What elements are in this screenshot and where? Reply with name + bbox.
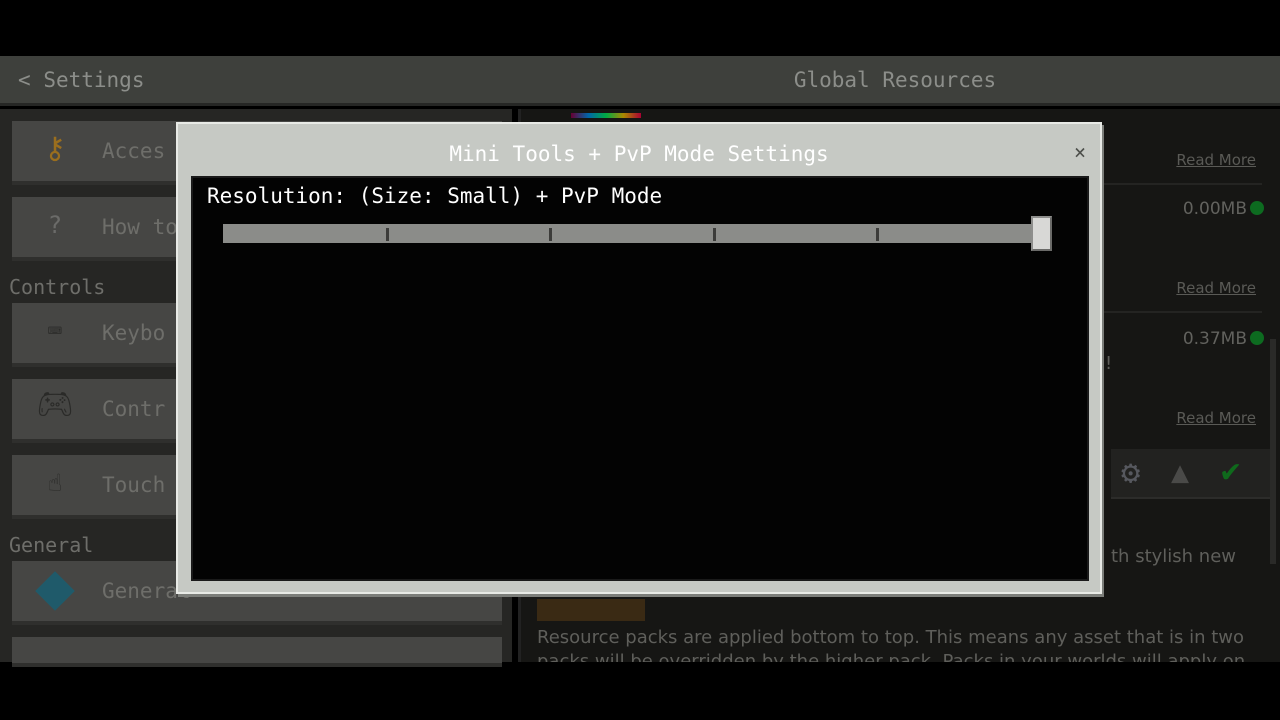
chevron-left-icon: < xyxy=(18,68,31,92)
status-dot-icon xyxy=(1250,201,1264,215)
status-dot-icon xyxy=(1250,331,1264,345)
key-icon: ⚷ xyxy=(44,131,66,166)
slider-handle[interactable] xyxy=(1031,216,1052,251)
dialog-title: Mini Tools + PvP Mode Settings xyxy=(449,142,829,166)
info-text: packs will be overridden by the higher p… xyxy=(537,651,1246,662)
touch-icon: ☝ xyxy=(47,469,63,497)
top-bar: < Settings Global Resources xyxy=(0,56,1280,106)
read-more-link[interactable]: Read More xyxy=(1176,409,1256,427)
gamepad-icon: 🎮︎ xyxy=(35,387,75,422)
close-button[interactable]: × xyxy=(1074,140,1086,164)
resolution-label: Resolution: (Size: Small) + PvP Mode xyxy=(207,184,663,208)
keyboard-mouse-icon: ⌨ xyxy=(47,317,63,345)
sidebar-item[interactable] xyxy=(12,637,502,667)
page-title: Global Resources xyxy=(793,68,997,92)
pack-description: th stylish new xyxy=(1111,546,1236,567)
section-general: General xyxy=(9,533,94,557)
pack-icon xyxy=(571,113,641,118)
slider-tick xyxy=(876,228,880,241)
scrollbar[interactable] xyxy=(1270,339,1276,564)
question-icon: ? xyxy=(47,211,63,239)
slider-tick xyxy=(712,228,716,241)
arrow-up-icon[interactable]: ▲ xyxy=(1171,455,1189,490)
pack-size: 0.00MB xyxy=(1183,199,1264,219)
read-more-link[interactable]: Read More xyxy=(1176,279,1256,297)
back-button[interactable]: < Settings xyxy=(18,68,144,92)
pack-settings-dialog: Mini Tools + PvP Mode Settings × Resolut… xyxy=(176,122,1102,594)
info-text: Resource packs are applied bottom to top… xyxy=(537,627,1245,648)
dialog-content: Resolution: (Size: Small) + PvP Mode xyxy=(191,176,1089,581)
cube-icon xyxy=(30,571,80,611)
read-more-link[interactable]: Read More xyxy=(1176,151,1256,169)
pack-size: 0.37MB xyxy=(1183,329,1264,349)
slider-tick xyxy=(549,228,553,241)
gear-icon[interactable]: ⚙ xyxy=(1121,453,1140,491)
resolution-slider[interactable] xyxy=(223,224,1041,243)
pack-icon xyxy=(537,599,645,621)
check-icon[interactable]: ✔ xyxy=(1221,451,1240,489)
slider-tick xyxy=(385,228,389,241)
section-controls: Controls xyxy=(9,275,106,299)
